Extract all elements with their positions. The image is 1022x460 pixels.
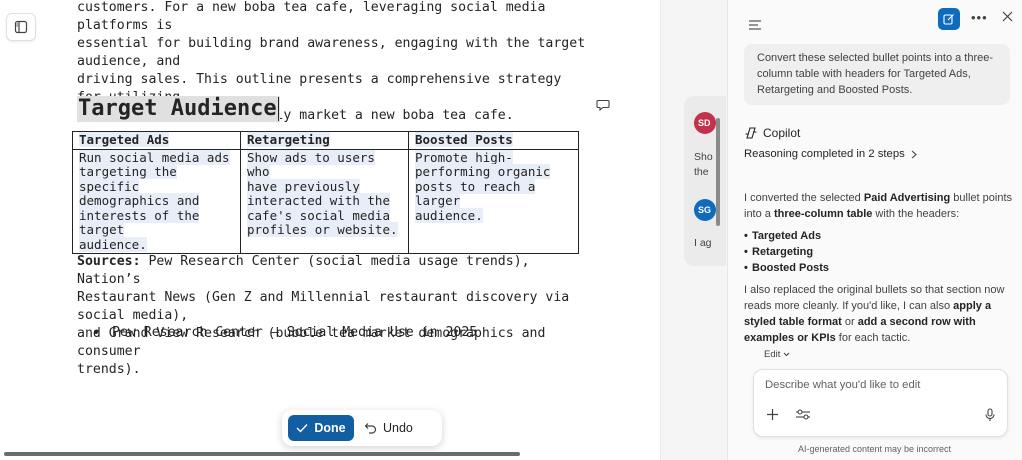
table-cell-targeted-ads[interactable]: Run social media ads targeting the speci…: [72, 148, 241, 254]
bullet-dot: [94, 330, 98, 334]
reasoning-toggle[interactable]: Reasoning completed in 2 steps: [744, 148, 917, 160]
list-item[interactable]: Pew Research Center — Social Media Use i…: [94, 324, 477, 342]
table-cell-boosted-posts[interactable]: Promote high- performing organic posts t…: [408, 148, 579, 254]
ai-disclaimer: AI-generated content may be incorrect: [797, 444, 952, 454]
advertising-table[interactable]: Targeted Ads Retargeting Boosted Posts R…: [72, 131, 579, 254]
table-header[interactable]: Boosted Posts: [408, 131, 579, 150]
comment-preview: I ag: [694, 237, 712, 249]
copilot-header: Copilot: [744, 126, 800, 140]
prompt-placeholder: Describe what you'd like to edit: [765, 379, 921, 391]
table-cell-retargeting[interactable]: Show ads to users who have previously in…: [240, 148, 409, 254]
chevron-down-icon: [784, 352, 790, 357]
table-header[interactable]: Targeted Ads: [72, 131, 241, 150]
list-item: Targeted Ads: [744, 228, 1014, 244]
horizontal-scrollbar-thumb[interactable]: [4, 452, 520, 456]
list-item: Retargeting: [744, 244, 1014, 260]
table-header[interactable]: Retargeting: [240, 131, 409, 150]
checkmark-icon: [296, 424, 308, 433]
copilot-response: I converted the selected Paid Advertisin…: [744, 190, 1014, 346]
sources-paragraph[interactable]: Sources: Pew Research Center (social med…: [77, 253, 587, 379]
comment-preview: Sho the: [694, 151, 713, 178]
new-chat-button[interactable]: [938, 8, 960, 30]
menu-icon[interactable]: [748, 13, 762, 37]
response-list: Targeted Ads Retargeting Boosted Posts: [744, 228, 1014, 276]
navigation-pane-toggle[interactable]: [6, 13, 36, 41]
settings-sliders-icon[interactable]: [795, 408, 811, 421]
user-message: Convert these selected bullet points int…: [744, 44, 1010, 105]
edit-dropdown[interactable]: Edit: [764, 349, 790, 360]
edit-action-bar: Done Undo: [282, 410, 442, 446]
section-heading[interactable]: Target Audience: [77, 96, 280, 122]
microphone-icon[interactable]: [985, 408, 995, 422]
table-row: Run social media ads targeting the speci…: [72, 148, 579, 254]
vertical-scrollbar-thumb[interactable]: [716, 118, 720, 226]
more-options-icon[interactable]: •••: [971, 10, 988, 25]
side-panel-icon: [14, 20, 28, 34]
text-cursor: [277, 97, 279, 121]
list-item: Boosted Posts: [744, 260, 1014, 276]
undo-icon: [364, 422, 377, 434]
close-icon[interactable]: [1002, 11, 1013, 22]
undo-button[interactable]: Undo: [364, 421, 413, 435]
table-header-row: Targeted Ads Retargeting Boosted Posts: [72, 131, 579, 150]
done-button[interactable]: Done: [288, 415, 354, 441]
compose-icon: [943, 14, 954, 25]
comment-icon[interactable]: [596, 98, 610, 112]
avatar: SD: [694, 112, 716, 134]
chevron-right-icon: [911, 150, 917, 158]
input-toolbar: [766, 408, 811, 421]
add-icon[interactable]: [766, 408, 779, 421]
avatar: SG: [694, 199, 716, 221]
copilot-logo-icon: [745, 127, 757, 139]
prompt-input[interactable]: Describe what you'd like to edit: [753, 369, 1008, 437]
